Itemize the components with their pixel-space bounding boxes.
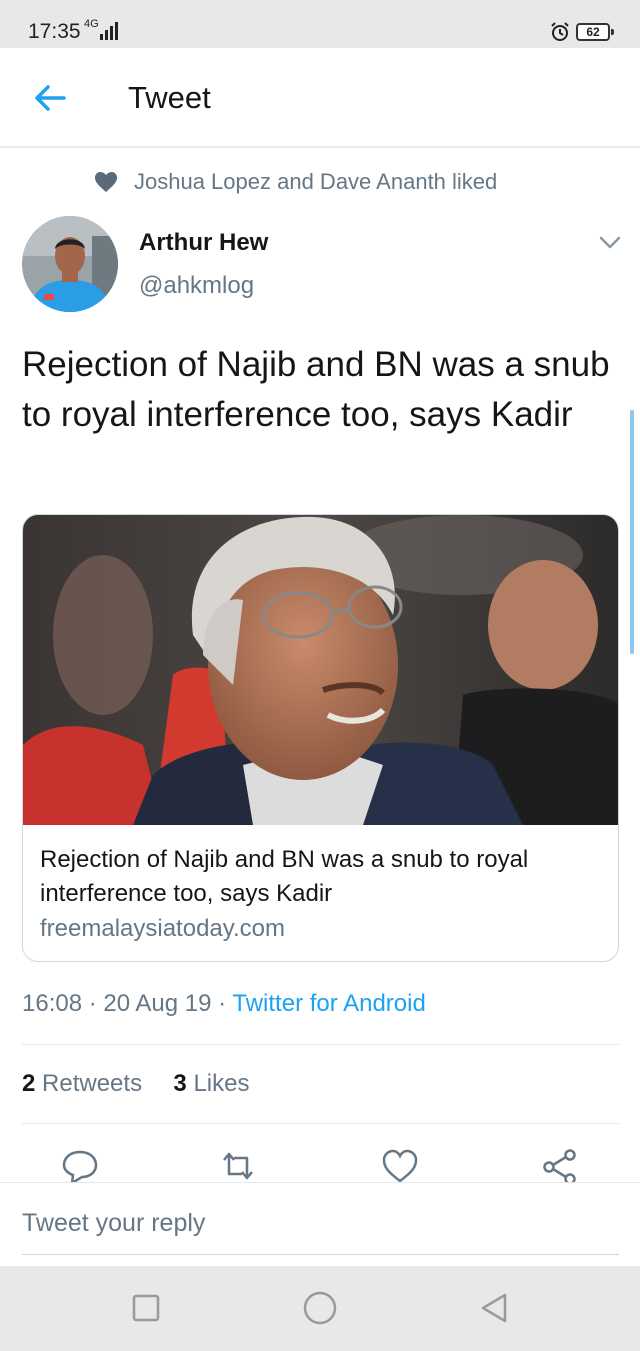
- alarm-icon: [551, 22, 569, 41]
- like-button[interactable]: [380, 1148, 420, 1184]
- divider: [22, 1044, 619, 1045]
- reply-input[interactable]: [22, 1193, 619, 1255]
- status-bar: 17:35 4G 62: [0, 0, 640, 48]
- tweet-source-link[interactable]: Twitter for Android: [232, 990, 425, 1017]
- heart-outline-icon: [382, 1149, 418, 1183]
- share-button[interactable]: [540, 1148, 580, 1184]
- retweets-label: Retweets: [35, 1070, 143, 1097]
- status-time: 17:35: [28, 20, 81, 43]
- heart-icon: [95, 172, 117, 192]
- share-icon: [543, 1149, 576, 1184]
- likes-label: Likes: [186, 1070, 250, 1097]
- divider: [22, 1123, 619, 1124]
- page-title: Tweet: [128, 80, 211, 115]
- reply-bar: [0, 1182, 640, 1266]
- square-icon: [132, 1294, 160, 1322]
- retweet-icon: [223, 1152, 253, 1180]
- link-card[interactable]: Rejection of Najib and BN was a snub to …: [22, 514, 619, 962]
- triangle-back-icon: [481, 1293, 507, 1323]
- chevron-down-icon: [599, 236, 621, 249]
- author-name[interactable]: Arthur Hew: [139, 229, 268, 257]
- scroll-indicator[interactable]: [630, 410, 634, 654]
- battery-indicator: 62: [576, 23, 614, 41]
- tweet-meta: 16:08 · 20 Aug 19 · Twitter for Android: [22, 990, 426, 1018]
- likes-stat[interactable]: 3 Likes: [173, 1070, 249, 1097]
- tweet-stats: 2 Retweets 3 Likes: [22, 1070, 249, 1098]
- system-nav-bar: [0, 1266, 640, 1351]
- home-button[interactable]: [302, 1290, 338, 1326]
- card-domain: freemalaysiatoday.com: [40, 915, 285, 942]
- tweet-timestamp: 16:08 · 20 Aug 19 ·: [22, 990, 233, 1017]
- social-context-text: Joshua Lopez and Dave Ananth liked: [134, 169, 498, 194]
- network-type: 4G: [84, 18, 99, 30]
- app-header: Tweet: [0, 48, 640, 148]
- recent-apps-button[interactable]: [128, 1290, 164, 1326]
- arrow-left-icon: [35, 85, 66, 111]
- system-back-button[interactable]: [476, 1290, 512, 1326]
- card-title: Rejection of Najib and BN was a snub to …: [40, 846, 529, 907]
- card-image: [23, 515, 618, 825]
- avatar[interactable]: [22, 216, 118, 312]
- retweet-button[interactable]: [218, 1148, 258, 1184]
- tweet-text: Rejection of Najib and BN was a snub to …: [22, 345, 610, 434]
- circle-icon: [303, 1291, 337, 1325]
- back-button[interactable]: [30, 78, 70, 118]
- author-handle[interactable]: @ahkmlog: [139, 272, 254, 300]
- retweets-stat[interactable]: 2 Retweets: [22, 1070, 142, 1097]
- reply-button[interactable]: [60, 1148, 100, 1184]
- reply-icon: [62, 1150, 98, 1184]
- signal-icon: [100, 22, 118, 40]
- author-photo: [22, 216, 118, 312]
- action-bar: [0, 1140, 640, 1184]
- retweets-count: 2: [22, 1070, 36, 1097]
- social-context[interactable]: Joshua Lopez and Dave Ananth liked: [94, 168, 497, 196]
- likes-count: 3: [173, 1070, 187, 1097]
- tweet-menu-button[interactable]: [596, 230, 624, 254]
